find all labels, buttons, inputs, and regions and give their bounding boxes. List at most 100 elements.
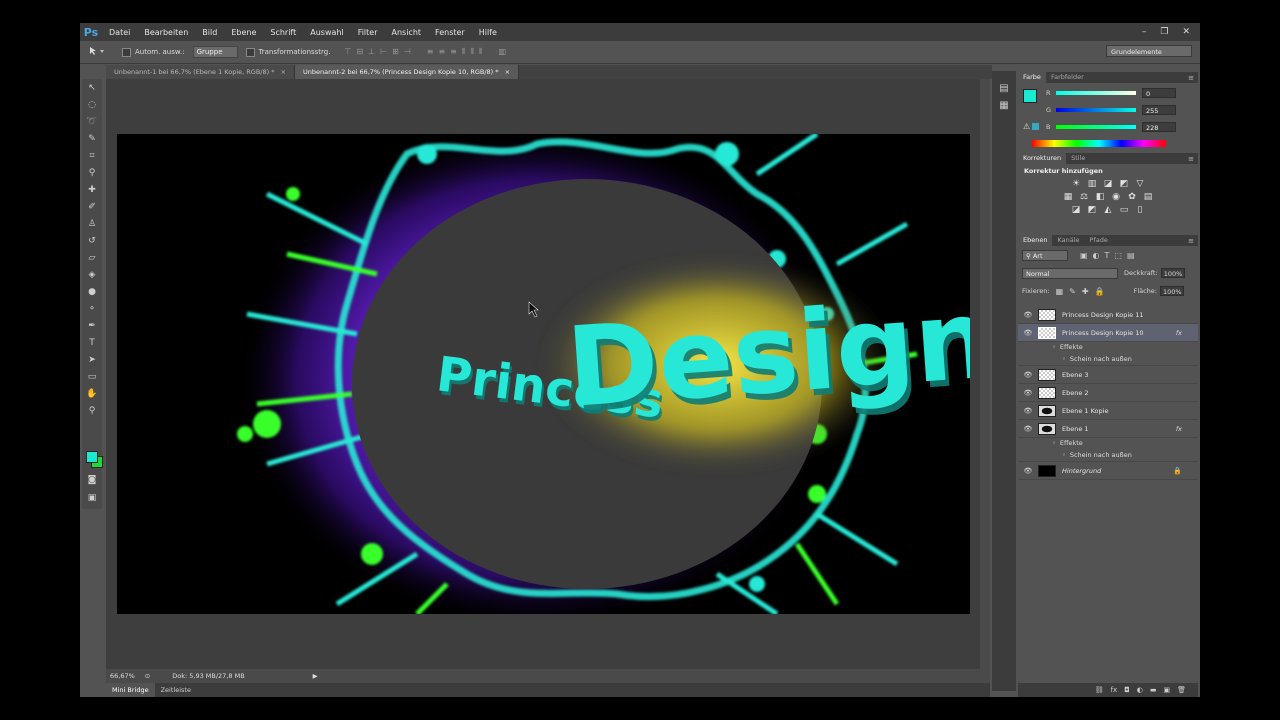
add-mask-icon[interactable]: ◘ bbox=[1124, 686, 1130, 694]
menu-ebene[interactable]: Ebene bbox=[224, 28, 263, 37]
threshold-icon[interactable]: ◭ bbox=[1100, 205, 1116, 215]
distribute-right-icon[interactable]: ⦀ bbox=[479, 47, 483, 57]
distribute-bottom-icon[interactable]: ≡ bbox=[450, 47, 457, 57]
new-adjustment-icon[interactable]: ◐ bbox=[1137, 686, 1143, 694]
levels-icon[interactable]: ▥ bbox=[1084, 179, 1100, 189]
channel-g-slider[interactable] bbox=[1056, 108, 1136, 112]
foreground-color-swatch[interactable] bbox=[86, 451, 98, 463]
status-info-icon[interactable]: ⊙ bbox=[145, 672, 150, 680]
vibrance-icon[interactable]: ▽ bbox=[1132, 179, 1148, 189]
eye-icon[interactable]: 👁 bbox=[1018, 467, 1038, 475]
align-top-icon[interactable]: ⊤ bbox=[344, 47, 351, 57]
photo-filter-icon[interactable]: ◉ bbox=[1108, 192, 1124, 202]
layer-row[interactable]: 👁 Ebene 2 bbox=[1018, 384, 1198, 402]
opacity-value[interactable]: 100% bbox=[1160, 268, 1185, 278]
transform-controls-checkbox[interactable] bbox=[245, 47, 255, 57]
eye-icon[interactable]: 👁 bbox=[1018, 371, 1038, 379]
healing-brush-tool-icon[interactable]: ✚ bbox=[82, 181, 102, 198]
new-layer-icon[interactable]: ▣ bbox=[1163, 686, 1170, 694]
channel-r-slider[interactable] bbox=[1056, 91, 1136, 95]
close-window-button[interactable]: ✕ bbox=[1182, 27, 1190, 37]
clone-stamp-tool-icon[interactable]: ♙ bbox=[82, 215, 102, 232]
gamut-swatch[interactable] bbox=[1032, 123, 1039, 130]
eye-icon[interactable]: 👁 bbox=[1018, 329, 1038, 337]
color-spectrum-bar[interactable] bbox=[1032, 140, 1166, 147]
gamut-warning-icon[interactable]: ⚠ bbox=[1023, 122, 1030, 131]
tab-ebenen[interactable]: Ebenen bbox=[1018, 235, 1053, 246]
menu-auswahl[interactable]: Auswahl bbox=[303, 28, 350, 37]
brightness-icon[interactable]: ☀ bbox=[1068, 179, 1084, 189]
dodge-tool-icon[interactable]: ⚬ bbox=[82, 300, 102, 317]
eyedropper-tool-icon[interactable]: ⚲ bbox=[82, 164, 102, 181]
menu-schrift[interactable]: Schrift bbox=[263, 28, 303, 37]
curves-icon[interactable]: ◪ bbox=[1100, 179, 1116, 189]
eraser-tool-icon[interactable]: ▱ bbox=[82, 249, 102, 266]
exposure-icon[interactable]: ◩ bbox=[1116, 179, 1132, 189]
layer-row-selected[interactable]: 👁 Princess Design Kopie 10 fx bbox=[1018, 324, 1198, 342]
marquee-tool-icon[interactable]: ◌ bbox=[82, 96, 102, 113]
layer-filter-icons[interactable]: ▣◐T⬚▤ bbox=[1080, 251, 1140, 260]
auto-select-dropdown[interactable]: Gruppe bbox=[192, 46, 238, 58]
restore-button[interactable]: ❐ bbox=[1160, 27, 1168, 37]
effects-eye-icon[interactable]: ◦ bbox=[1052, 343, 1056, 351]
pen-tool-icon[interactable]: ✒ bbox=[82, 317, 102, 334]
align-left-icon[interactable]: ⊢ bbox=[380, 47, 387, 57]
rectangle-tool-icon[interactable]: ▭ bbox=[82, 368, 102, 385]
channel-mixer-icon[interactable]: ✿ bbox=[1124, 192, 1140, 202]
zoom-tool-icon[interactable]: ⚲ bbox=[82, 402, 102, 419]
channel-g-value[interactable]: 255 bbox=[1142, 105, 1176, 115]
distribute-vcenter-icon[interactable]: ≡ bbox=[438, 47, 445, 57]
layer-filter-dropdown[interactable]: ⚲ Art bbox=[1022, 249, 1068, 261]
quick-mask-icon[interactable]: ◙ bbox=[82, 471, 102, 488]
panel-menu-icon[interactable]: ≡ bbox=[1188, 155, 1194, 163]
color-lookup-icon[interactable]: ▤ bbox=[1140, 192, 1156, 202]
posterize-icon[interactable]: ◩ bbox=[1084, 205, 1100, 215]
tab-farbfelder[interactable]: Farbfelder bbox=[1046, 72, 1089, 83]
blur-tool-icon[interactable]: ● bbox=[82, 283, 102, 300]
menu-bearbeiten[interactable]: Bearbeiten bbox=[137, 28, 195, 37]
blend-mode-dropdown[interactable]: Normal bbox=[1022, 267, 1118, 279]
effects-row[interactable]: ◦ Effekte bbox=[1018, 342, 1198, 352]
fx-icon[interactable]: fx bbox=[1176, 329, 1182, 337]
menu-bild[interactable]: Bild bbox=[195, 28, 224, 37]
close-tab-icon[interactable]: × bbox=[281, 68, 286, 76]
eye-icon[interactable]: 👁 bbox=[1018, 407, 1038, 415]
layer-row[interactable]: 👁 Ebene 1 fx bbox=[1018, 420, 1198, 438]
tab-zeitleiste[interactable]: Zeitleiste bbox=[155, 686, 197, 694]
path-select-tool-icon[interactable]: ➤ bbox=[82, 351, 102, 368]
document-tab-active[interactable]: Unbenannt-2 bei 66,7% (Princess Design K… bbox=[295, 65, 520, 79]
workspace-dropdown[interactable]: Grundelemente bbox=[1106, 45, 1192, 57]
black-white-icon[interactable]: ◧ bbox=[1092, 192, 1108, 202]
channel-b-slider[interactable] bbox=[1056, 125, 1136, 129]
effect-row[interactable]: ◦ Schein nach außen bbox=[1018, 352, 1198, 366]
move-tool-preset-icon[interactable] bbox=[80, 46, 114, 58]
eye-icon[interactable]: 👁 bbox=[1018, 425, 1038, 433]
hue-saturation-icon[interactable]: ▦ bbox=[1060, 192, 1076, 202]
menu-hilfe[interactable]: Hilfe bbox=[472, 28, 504, 37]
menu-ansicht[interactable]: Ansicht bbox=[385, 28, 429, 37]
align-vcenter-icon[interactable]: ⊟ bbox=[356, 47, 363, 57]
fill-value[interactable]: 100% bbox=[1160, 286, 1184, 296]
layer-row[interactable]: 👁 Ebene 3 bbox=[1018, 366, 1198, 384]
effect-eye-icon[interactable]: ◦ bbox=[1062, 451, 1066, 459]
minimize-button[interactable]: – bbox=[1142, 27, 1147, 37]
link-layers-icon[interactable]: ⛓ bbox=[1095, 686, 1104, 694]
history-panel-icon[interactable]: ▤ bbox=[992, 83, 1016, 94]
quick-select-tool-icon[interactable]: ✎ bbox=[82, 130, 102, 147]
tab-korrekturen[interactable]: Korrekturen bbox=[1018, 153, 1067, 164]
layer-row[interactable]: 👁 Princess Design Kopie 11 bbox=[1018, 306, 1198, 324]
distribute-left-icon[interactable]: ⦀ bbox=[462, 47, 466, 57]
channel-r-value[interactable]: 0 bbox=[1142, 88, 1176, 98]
tab-pfade[interactable]: Pfade bbox=[1085, 235, 1113, 246]
gradient-map-icon[interactable]: ▭ bbox=[1116, 205, 1132, 215]
distribute-top-icon[interactable]: ≡ bbox=[427, 47, 434, 57]
selective-color-icon[interactable]: ▯ bbox=[1132, 205, 1148, 215]
delete-layer-icon[interactable]: 🗑 bbox=[1177, 686, 1186, 694]
zoom-level[interactable]: 66,67% bbox=[110, 672, 135, 680]
eye-icon[interactable]: 👁 bbox=[1018, 311, 1038, 319]
invert-icon[interactable]: ◪ bbox=[1068, 205, 1084, 215]
new-group-icon[interactable]: ▬ bbox=[1150, 686, 1157, 694]
align-hcenter-icon[interactable]: ⊞ bbox=[392, 47, 399, 57]
effect-row[interactable]: ◦ Schein nach außen bbox=[1018, 448, 1198, 462]
menu-fenster[interactable]: Fenster bbox=[428, 28, 472, 37]
